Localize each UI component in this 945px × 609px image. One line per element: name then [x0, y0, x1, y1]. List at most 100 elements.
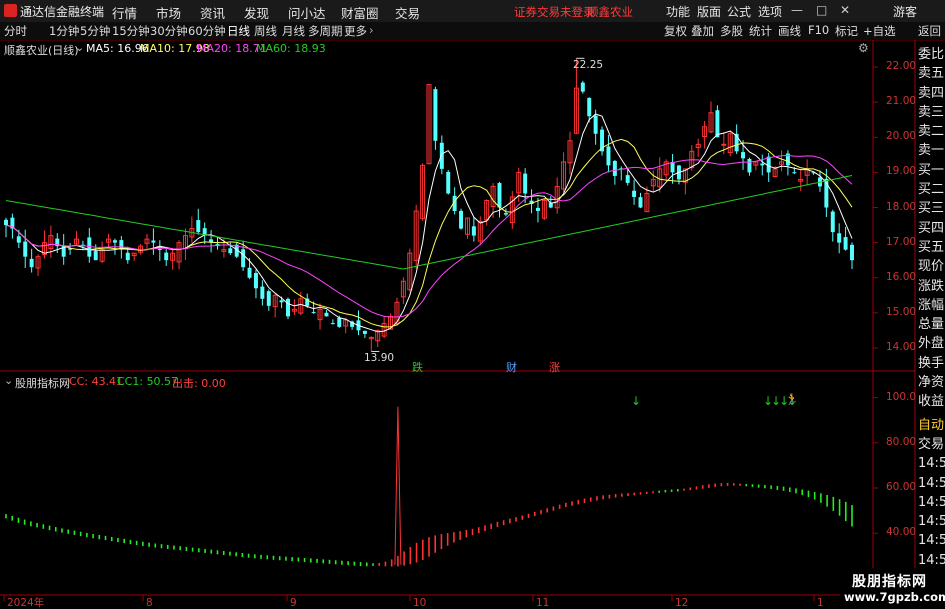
- tool-add-watchlist[interactable]: +自选: [863, 23, 896, 39]
- minimize-icon[interactable]: —: [791, 3, 803, 17]
- ma60-label: MA60: 18.93: [256, 42, 326, 55]
- candle-body: [439, 142, 444, 169]
- period-tab[interactable]: 周线: [254, 23, 277, 39]
- candle-body: [837, 233, 842, 243]
- tool-overlay[interactable]: 叠加: [691, 23, 714, 39]
- period-tab[interactable]: 5分钟: [80, 23, 110, 39]
- side-panel-item[interactable]: 14:5: [918, 474, 945, 493]
- side-panel-item[interactable]: 卖二: [918, 122, 945, 141]
- quote-side-panel: 委比 卖五 卖四 卖三 卖二 卖一 买一 买二 买三 买四 买五 现价 涨跌 涨幅 总量 外盘 换手 净资 收益自动…: [918, 45, 945, 609]
- side-panel-item[interactable]: 买一: [918, 161, 945, 180]
- side-panel-item[interactable]: 卖四: [918, 84, 945, 103]
- side-panel-item[interactable]: 涨幅: [918, 296, 945, 315]
- menu-options[interactable]: 选项: [758, 3, 782, 20]
- period-tab[interactable]: 15分钟: [112, 23, 150, 39]
- period-tab[interactable]: 分时: [4, 23, 27, 39]
- menu-news[interactable]: 资讯: [200, 3, 225, 22]
- tool-restore-rights[interactable]: 复权: [664, 23, 687, 39]
- kline-chart[interactable]: 2024年 8 9 10 11 12 1: [0, 40, 945, 609]
- figure-icon: 🏃: [785, 393, 799, 406]
- chevron-down-icon[interactable]: ⌄: [75, 41, 84, 54]
- menu-market[interactable]: 市场: [156, 3, 181, 22]
- candle-body: [446, 171, 451, 194]
- side-panel-item[interactable]: 卖三: [918, 103, 945, 122]
- side-panel-item[interactable]: 买三: [918, 199, 945, 218]
- candle-body: [164, 252, 169, 261]
- side-panel-item[interactable]: 涨跌: [918, 277, 945, 296]
- side-panel-item[interactable]: 自动: [918, 416, 945, 435]
- tool-f10[interactable]: F10: [808, 23, 829, 37]
- side-panel-item[interactable]: 14:5: [918, 512, 945, 531]
- candle-body: [535, 207, 540, 212]
- tool-stats[interactable]: 统计: [749, 23, 772, 39]
- menu-formula[interactable]: 公式: [727, 3, 751, 20]
- candle-body: [587, 97, 592, 117]
- candle-body: [843, 237, 848, 250]
- x-tick-label: 9: [290, 597, 297, 609]
- menu-function[interactable]: 功能: [666, 3, 690, 20]
- side-panel-item[interactable]: 委比: [918, 45, 945, 64]
- candle-body: [580, 82, 585, 92]
- strike-spike: [394, 406, 402, 565]
- app-title: 通达信金融终端: [20, 5, 105, 19]
- period-tab[interactable]: 月线: [282, 23, 305, 39]
- side-panel-item[interactable]: 外盘: [918, 334, 945, 353]
- side-panel-item[interactable]: 卖五: [918, 64, 945, 83]
- maximize-icon[interactable]: □: [816, 3, 827, 17]
- marker-rise[interactable]: 涨: [549, 359, 560, 375]
- menu-discover[interactable]: 发现: [244, 3, 269, 22]
- strike-label: 出击: 0.00: [172, 377, 226, 390]
- tool-draw[interactable]: 画线: [778, 23, 801, 39]
- candle-body: [125, 252, 130, 261]
- side-panel-item[interactable]: 交易: [918, 435, 945, 454]
- settings-icon[interactable]: ⚙: [858, 41, 869, 55]
- side-panel-item[interactable]: 买五: [918, 238, 945, 257]
- period-tab[interactable]: 1分钟: [49, 23, 79, 39]
- menu-layout[interactable]: 版面: [697, 3, 721, 20]
- tool-back[interactable]: 返回: [918, 23, 941, 39]
- tool-multi-stock[interactable]: 多股: [720, 23, 743, 39]
- side-panel-item[interactable]: 14:5: [918, 493, 945, 512]
- side-panel-item[interactable]: 净资: [918, 373, 945, 392]
- close-icon[interactable]: ✕: [840, 3, 850, 17]
- guest-label[interactable]: 游客: [893, 3, 917, 20]
- x-tick-label: 11: [536, 597, 549, 609]
- watermark-url: www.7gpzb.com: [844, 590, 945, 604]
- menu-wealth[interactable]: 财富圈: [341, 3, 379, 22]
- period-tab[interactable]: 30分钟: [150, 23, 188, 39]
- side-panel-item[interactable]: 现价: [918, 257, 945, 276]
- menu-ask[interactable]: 问小达: [288, 3, 326, 22]
- candle-body: [606, 146, 611, 166]
- side-panel-item[interactable]: 买二: [918, 180, 945, 199]
- marker-fall[interactable]: 跌: [412, 359, 423, 375]
- side-panel-item[interactable]: 14:5: [918, 531, 945, 550]
- chart-area[interactable]: 2024年 8 9 10 11 12 1 顺鑫农业(日线) ⌄ MA5: 16.96 MA1…: [0, 40, 945, 609]
- candle-body: [471, 226, 476, 236]
- login-status[interactable]: 证券交易未登录: [514, 4, 595, 20]
- candle-body: [792, 172, 797, 174]
- x-tick-label: 10: [413, 597, 426, 609]
- sub-y-tick-label: 40.00: [886, 526, 917, 539]
- candle-body: [503, 213, 508, 215]
- chevron-down-icon[interactable]: ⌄: [4, 374, 13, 387]
- candle-body: [23, 241, 28, 257]
- period-tab-more[interactable]: 更多: [344, 23, 367, 39]
- marker-finance[interactable]: 财: [506, 359, 517, 375]
- side-panel-item[interactable]: 总量: [918, 315, 945, 334]
- period-tab[interactable]: 60分钟: [188, 23, 226, 39]
- side-panel-item[interactable]: 买四: [918, 219, 945, 238]
- side-panel-item[interactable]: 收益: [918, 392, 945, 411]
- candle-body: [638, 197, 643, 208]
- candle-body: [279, 300, 284, 303]
- chevron-right-icon[interactable]: ›: [369, 23, 374, 37]
- candle-body: [253, 273, 258, 289]
- period-tab[interactable]: 多周期: [308, 23, 343, 39]
- period-tab-active[interactable]: 日线: [227, 23, 250, 39]
- menu-trade[interactable]: 交易: [395, 3, 420, 22]
- side-panel-item[interactable]: 换手: [918, 354, 945, 373]
- menu-quotes[interactable]: 行情: [112, 3, 137, 22]
- side-panel-item[interactable]: 卖一: [918, 141, 945, 160]
- tool-mark[interactable]: 标记: [835, 23, 858, 39]
- side-panel-item[interactable]: 14:5: [918, 454, 945, 473]
- y-tick-label: 20.00: [886, 130, 917, 143]
